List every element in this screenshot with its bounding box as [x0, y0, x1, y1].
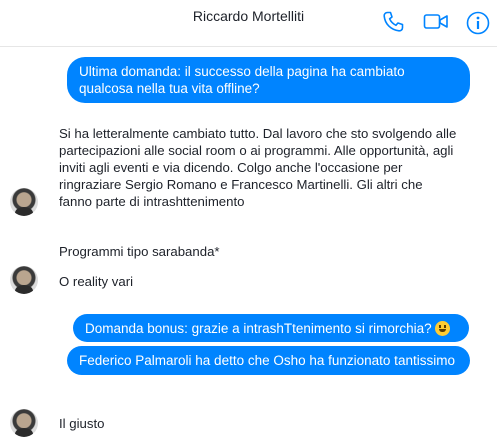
video-camera-icon[interactable] — [423, 12, 449, 32]
message-received: Programmi tipo sarabanda* — [59, 244, 220, 259]
message-text: Domanda bonus: grazie a intrashTteniment… — [85, 321, 432, 336]
contact-avatar[interactable] — [10, 409, 38, 437]
message-received: Il giusto — [59, 416, 105, 431]
message-bubble-sent: Ultima domanda: il successo della pagina… — [67, 57, 470, 103]
contact-avatar[interactable] — [10, 266, 38, 294]
contact-avatar[interactable] — [10, 188, 38, 216]
message-received: O reality vari — [59, 274, 134, 289]
message-bubble-sent: Domanda bonus: grazie a intrashTteniment… — [73, 314, 469, 342]
message-received: Si ha letteralmente cambiato tutto. Dal … — [59, 126, 457, 209]
conversation-header: Riccardo Mortelliti — [0, 0, 497, 47]
info-icon[interactable] — [466, 11, 490, 35]
message-bubble-sent: Federico Palmaroli ha detto che Osho ha … — [67, 346, 470, 375]
phone-icon[interactable] — [381, 10, 405, 34]
grinning-face-emoji-icon — [434, 321, 450, 336]
